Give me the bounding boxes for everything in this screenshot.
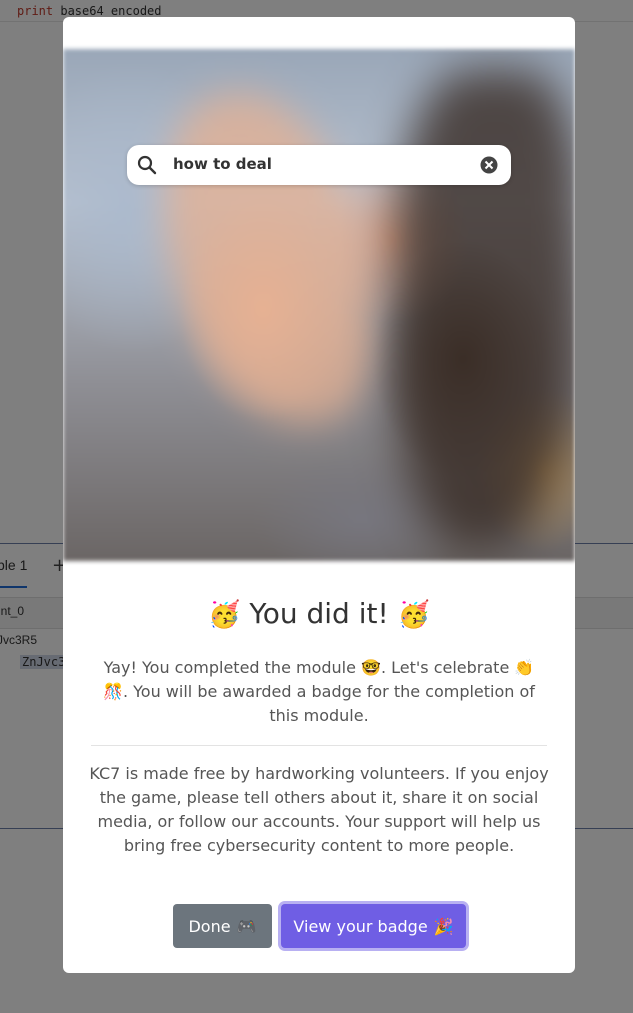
completion-modal: how to deal 🥳 You did it! 🥳 Yay! You com… [63,17,575,973]
gif-blur-shape [393,69,575,549]
view-badge-button-label: View your badge [293,916,428,936]
clear-icon [480,156,498,174]
modal-title-text: You did it! [249,597,389,630]
game-controller-icon: 🎮 [236,916,257,936]
gif-blur-shape [139,72,397,446]
gif-search-text: how to deal [173,155,272,173]
party-face-icon: 🥳 [208,600,241,630]
done-button-label: Done [188,916,231,936]
divider [91,745,547,746]
modal-title: 🥳 You did it! 🥳 [63,597,575,630]
celebration-gif [63,49,575,561]
gif-search-bar: how to deal [127,145,511,185]
support-message: KC7 is made free by hardworking voluntee… [89,764,549,855]
completion-message: Yay! You completed the module 🤓. Let's c… [103,658,535,725]
done-button[interactable]: Done 🎮 [173,904,272,948]
view-badge-button[interactable]: View your badge 🎉 [281,904,466,948]
party-face-icon: 🥳 [397,600,430,630]
search-icon [137,155,157,175]
party-popper-icon: 🎉 [433,916,454,936]
